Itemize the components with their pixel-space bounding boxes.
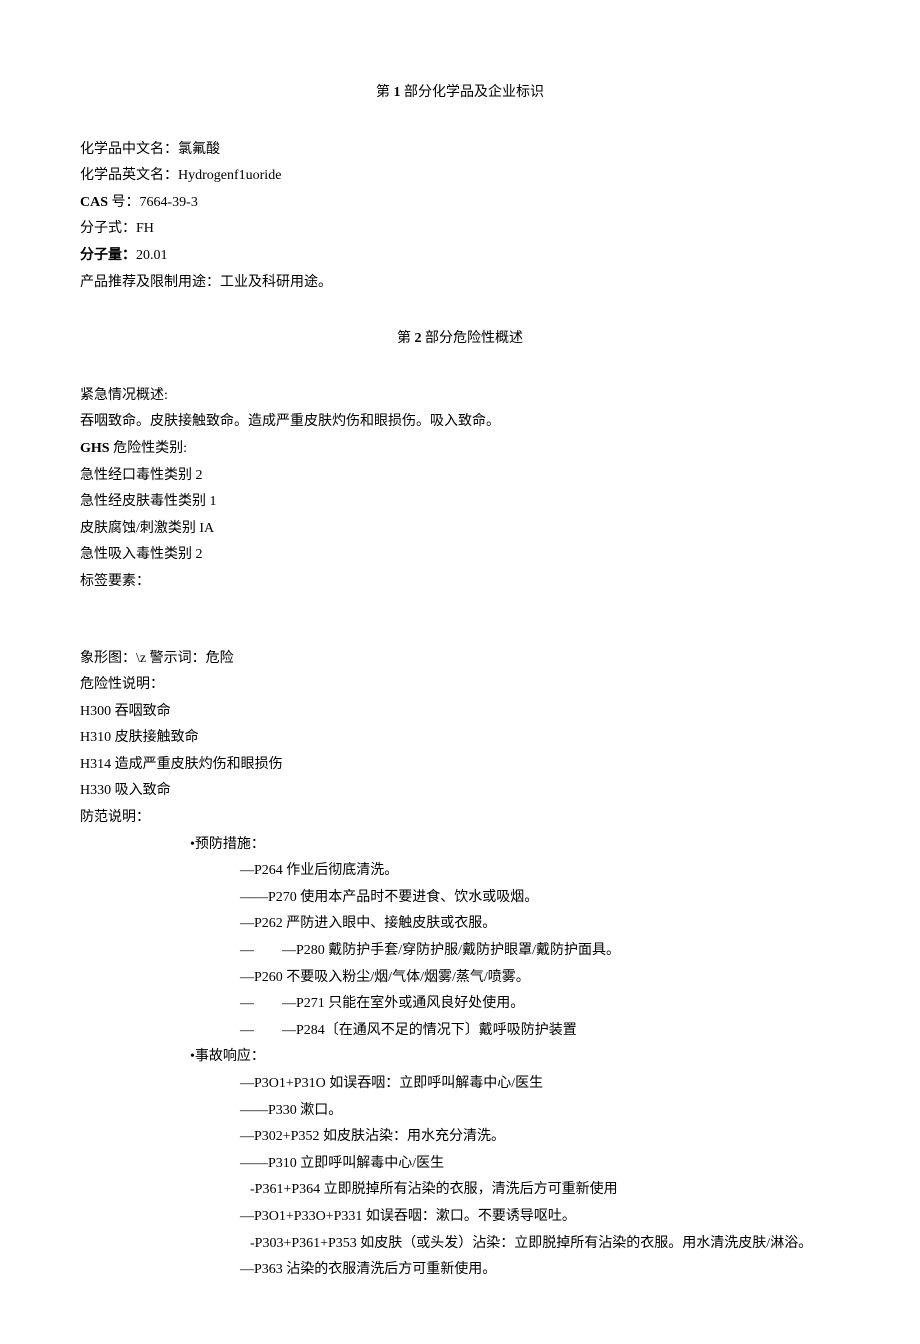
response-item: ——P310 立即呼叫解毒中心/医生 xyxy=(80,1151,840,1178)
section2-heading: 第 2 部分危险性概述 xyxy=(80,326,840,353)
cas-suffix: 号： xyxy=(112,195,140,210)
ghs-label-bold: GHS xyxy=(80,441,110,456)
response-label: •事故响应： xyxy=(80,1044,840,1071)
heading-suffix: 部分化学品及企业标识 xyxy=(404,85,544,100)
response-item: —P363 沾染的衣服清洗后方可重新使用。 xyxy=(80,1257,840,1284)
hazard-desc-label: 危险性说明： xyxy=(80,672,840,699)
hazard-item: H300 吞咽致命 xyxy=(80,699,840,726)
use-value: 工业及科研用途。 xyxy=(220,275,332,290)
use-line: 产品推荐及限制用途：工业及科研用途。 xyxy=(80,270,840,297)
name-cn-value: 氯氟酸 xyxy=(178,142,220,157)
ghs-label: GHS 危险性类别: xyxy=(80,436,840,463)
response-item: —P3O1+P33O+P331 如误吞咽：漱口。不要诱导呕吐。 xyxy=(80,1204,840,1231)
use-label: 产品推荐及限制用途： xyxy=(80,275,220,290)
ghs-item: 皮肤腐蚀/刺激类别 IA xyxy=(80,516,840,543)
cas-line: CAS 号：7664-39-3 xyxy=(80,190,840,217)
prevention-item: —P260 不要吸入粉尘/烟/气体/烟雾/蒸气/喷雾。 xyxy=(80,965,840,992)
prevention-item: —P264 作业后彻底清洗。 xyxy=(80,858,840,885)
ghs-label-rest: 危险性类别: xyxy=(113,441,187,456)
pictogram-gap xyxy=(80,596,840,646)
response-item: ——P330 漱口。 xyxy=(80,1098,840,1125)
hazard-item: H330 吸入致命 xyxy=(80,778,840,805)
ghs-item: 急性吸入毒性类别 2 xyxy=(80,542,840,569)
ghs-item: 急性经皮肤毒性类别 1 xyxy=(80,489,840,516)
response-item: -P303+P361+P353 如皮肤（或头发）沾染：立即脱掉所有沾染的衣服。用… xyxy=(80,1231,840,1258)
cas-label: CAS xyxy=(80,195,108,210)
hazard-item: H314 造成严重皮肤灼伤和眼损伤 xyxy=(80,752,840,779)
name-cn-line: 化学品中文名：氯氟酸 xyxy=(80,137,840,164)
mw-line: 分子量：20.01 xyxy=(80,243,840,270)
formula-label: 分子式： xyxy=(80,221,136,236)
heading-suffix: 部分危险性概述 xyxy=(425,331,523,346)
cas-value: 7664-39-3 xyxy=(140,195,198,210)
name-en-line: 化学品英文名：Hydrogenf1uoride xyxy=(80,163,840,190)
section1-heading: 第 1 部分化学品及企业标识 xyxy=(80,80,840,107)
heading-num: 1 xyxy=(394,85,401,100)
name-en-value: Hydrogenf1uoride xyxy=(178,168,281,183)
mw-label: 分子量： xyxy=(80,248,136,263)
pictogram-line: 象形图：\z 警示词：危险 xyxy=(80,646,840,673)
response-item: —P3O1+P31O 如误吞咽：立即呼叫解毒中心/医生 xyxy=(80,1071,840,1098)
emergency-label: 紧急情况概述: xyxy=(80,383,840,410)
prevention-item: — —P280 戴防护手套/穿防护服/戴防护眼罩/戴防护面具。 xyxy=(80,938,840,965)
precaution-label: 防范说明： xyxy=(80,805,840,832)
response-item: —P302+P352 如皮肤沾染：用水充分清洗。 xyxy=(80,1124,840,1151)
response-item: -P361+P364 立即脱掉所有沾染的衣服，清洗后方可重新使用 xyxy=(80,1177,840,1204)
heading-num: 2 xyxy=(415,331,422,346)
prevention-item: —P262 严防进入眼中、接触皮肤或衣服。 xyxy=(80,911,840,938)
prevention-item: — —P284〔在通风不足的情况下〕戴呼吸防护装置 xyxy=(80,1018,840,1045)
formula-line: 分子式：FH xyxy=(80,216,840,243)
prevention-item: ——P270 使用本产品时不要进食、饮水或吸烟。 xyxy=(80,885,840,912)
mw-value: 20.01 xyxy=(136,248,168,263)
prevention-item: — —P271 只能在室外或通风良好处使用。 xyxy=(80,991,840,1018)
formula-value: FH xyxy=(136,221,154,236)
ghs-item: 急性经口毒性类别 2 xyxy=(80,463,840,490)
emergency-text: 吞咽致命。皮肤接触致命。造成严重皮肤灼伤和眼损伤。吸入致命。 xyxy=(80,409,840,436)
hazard-item: H310 皮肤接触致命 xyxy=(80,725,840,752)
name-en-label: 化学品英文名： xyxy=(80,168,178,183)
label-elements: 标签要素： xyxy=(80,569,840,596)
heading-prefix: 第 xyxy=(376,85,390,100)
heading-prefix: 第 xyxy=(397,331,411,346)
prevention-label: •预防措施： xyxy=(80,832,840,859)
name-cn-label: 化学品中文名： xyxy=(80,142,178,157)
